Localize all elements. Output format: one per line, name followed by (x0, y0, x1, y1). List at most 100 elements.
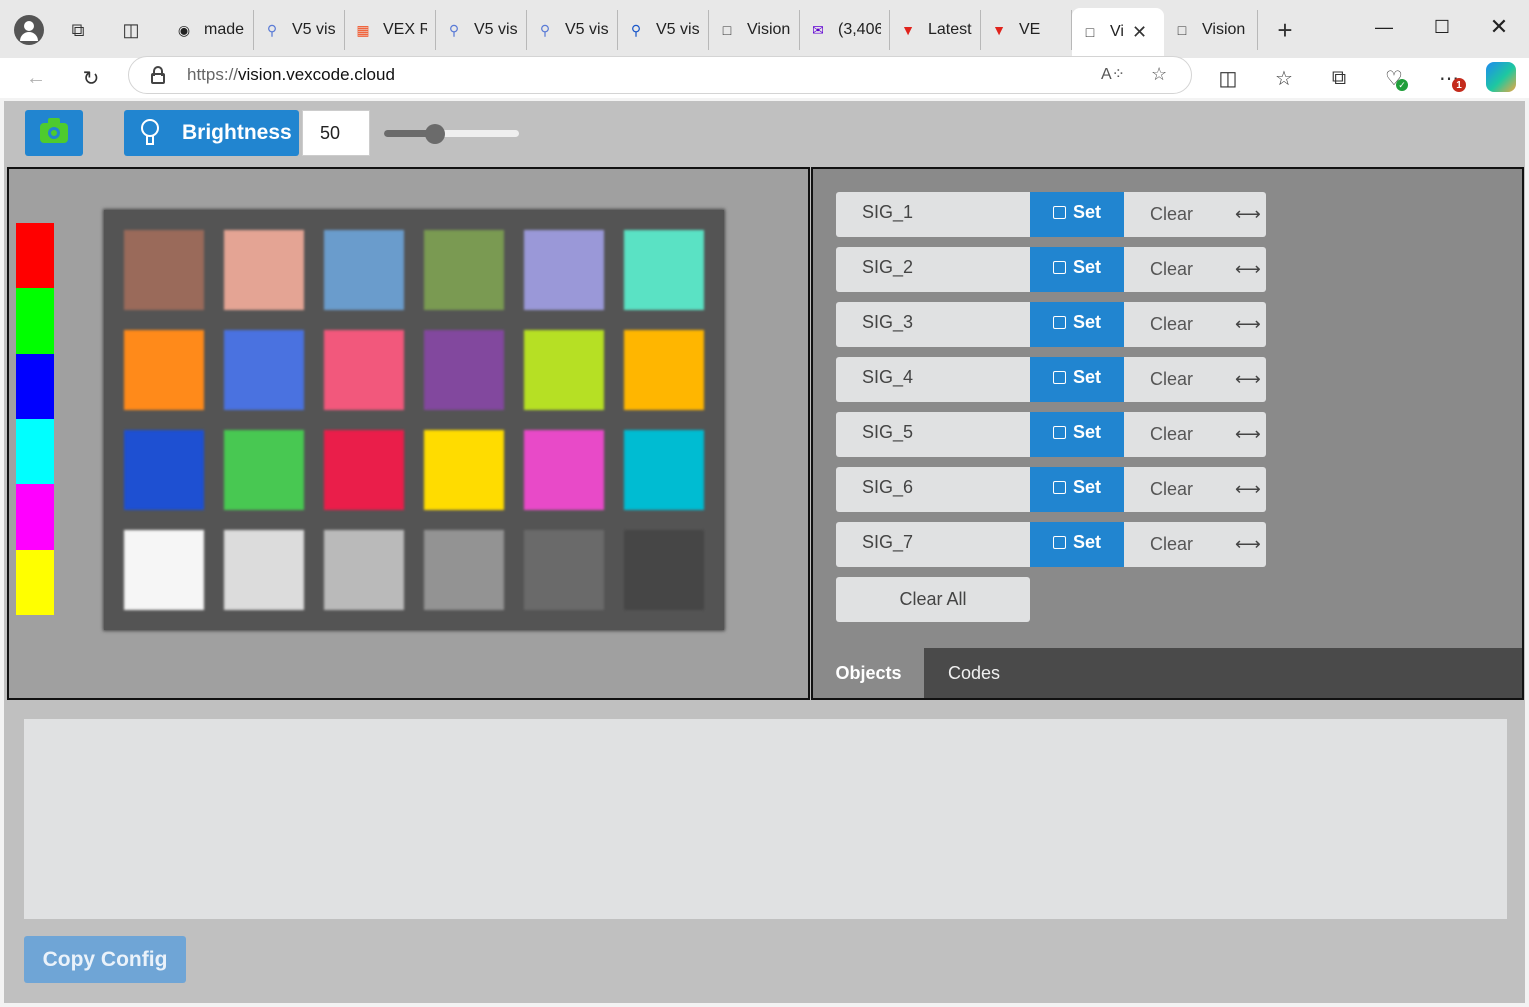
tab-title: Latest V (928, 21, 972, 38)
expand-arrows-icon[interactable]: ⟷ (1235, 369, 1261, 390)
browser-tab[interactable]: ▦ VEX Ro (345, 10, 436, 50)
notification-badge: 1 (1452, 78, 1466, 92)
signature-name[interactable]: SIG_7 (836, 522, 1030, 567)
checkbox-icon (1052, 206, 1066, 219)
set-label: Set (1072, 202, 1101, 222)
clear-label: Clear (1150, 479, 1194, 499)
color-patch (324, 230, 404, 310)
split-screen-icon[interactable]: ◫ (1214, 64, 1242, 92)
color-patch (324, 530, 404, 610)
expand-arrows-icon[interactable]: ⟷ (1235, 424, 1261, 445)
read-aloud-icon[interactable]: A⁘ (1101, 64, 1125, 84)
tab-objects[interactable]: Objects (813, 648, 924, 698)
browser-toolbar: ← ↻ https://vision.vexcode.cloud A⁘ ☆ ◫ … (0, 56, 1529, 98)
clear-all-button[interactable]: Clear All (836, 577, 1030, 622)
vertical-tabs-icon[interactable]: ◫ (119, 18, 143, 42)
browser-tab[interactable]: ⚲ V5 visio (618, 10, 709, 50)
tab-close-icon[interactable]: ✕ (1132, 22, 1147, 43)
brightness-slider[interactable] (384, 124, 519, 144)
config-output-area[interactable] (24, 719, 1507, 919)
signature-name[interactable]: SIG_4 (836, 357, 1030, 402)
strip-swatch (16, 418, 54, 485)
window-close-icon[interactable]: ✕ (1479, 12, 1519, 42)
set-button[interactable]: Set (1030, 467, 1124, 512)
brightness-input[interactable] (302, 110, 370, 156)
signature-name[interactable]: SIG_2 (836, 247, 1030, 292)
search-icon: ⚲ (448, 21, 460, 38)
browser-tab[interactable]: □ Vision U (709, 10, 800, 50)
clear-button[interactable]: Clear ⟷ (1124, 302, 1266, 347)
browser-tab[interactable]: ⚲ V5 visio (436, 10, 527, 50)
expand-arrows-icon[interactable]: ⟷ (1235, 534, 1261, 555)
profile-avatar-icon[interactable] (14, 15, 44, 45)
signature-row: SIG_4 Set Clear ⟷ (836, 357, 1266, 402)
clear-label: Clear (1150, 204, 1194, 224)
slider-thumb[interactable] (425, 124, 446, 144)
browser-tab[interactable]: ▼ VE (981, 10, 1072, 50)
expand-arrows-icon[interactable]: ⟷ (1235, 259, 1261, 280)
page-icon: □ (1177, 22, 1187, 38)
expand-arrows-icon[interactable]: ⟷ (1235, 479, 1261, 500)
set-button[interactable]: Set (1030, 412, 1124, 457)
color-patch (624, 430, 704, 510)
lock-icon[interactable] (151, 66, 165, 84)
signature-name[interactable]: SIG_3 (836, 302, 1030, 347)
copy-config-button[interactable]: Copy Config (24, 936, 186, 983)
lightbulb-icon (140, 118, 160, 148)
tab-title: V5 visio (656, 21, 700, 38)
expand-arrows-icon[interactable]: ⟷ (1235, 314, 1261, 335)
camera-button[interactable] (25, 110, 83, 156)
minimize-icon[interactable]: — (1364, 12, 1404, 42)
browser-tab[interactable]: □ Vision U (1164, 10, 1258, 50)
clear-button[interactable]: Clear ⟷ (1124, 412, 1266, 457)
favorite-star-icon[interactable]: ☆ (1151, 64, 1167, 85)
strip-swatch (16, 223, 54, 289)
color-patch (624, 530, 704, 610)
set-button[interactable]: Set (1030, 192, 1124, 237)
collections-icon[interactable]: ⧉ (1325, 64, 1353, 92)
back-icon[interactable]: ← (22, 64, 50, 92)
new-tab-icon[interactable]: + (1273, 15, 1297, 45)
color-patch (624, 230, 704, 310)
browser-tab[interactable]: ⚲ V5 visio (254, 10, 345, 50)
signature-name[interactable]: SIG_5 (836, 412, 1030, 457)
clear-button[interactable]: Clear ⟷ (1124, 467, 1266, 512)
set-button[interactable]: Set (1030, 522, 1124, 567)
more-menu-icon[interactable]: ⋯ 1 (1435, 64, 1466, 92)
strip-swatch (16, 288, 54, 354)
browser-essentials-icon[interactable]: ♡ ✓ (1380, 64, 1408, 92)
set-label: Set (1072, 367, 1101, 387)
address-bar[interactable]: https://vision.vexcode.cloud A⁘ ☆ (128, 56, 1192, 94)
checkbox-icon (1052, 536, 1066, 549)
clear-button[interactable]: Clear ⟷ (1124, 247, 1266, 292)
workspaces-icon[interactable]: ⧉ (66, 18, 90, 42)
tab-codes[interactable]: Codes (924, 648, 1024, 698)
color-patch (224, 430, 304, 510)
clear-button[interactable]: Clear ⟷ (1124, 192, 1266, 237)
set-button[interactable]: Set (1030, 357, 1124, 402)
browser-tab[interactable]: ⚲ V5 visio (527, 10, 618, 50)
signature-name[interactable]: SIG_6 (836, 467, 1030, 512)
set-button[interactable]: Set (1030, 247, 1124, 292)
favorites-icon[interactable]: ☆ (1270, 64, 1298, 92)
tab-active[interactable]: □ Vi ✕ (1072, 8, 1164, 56)
maximize-icon[interactable]: ☐ (1422, 12, 1462, 42)
expand-arrows-icon[interactable]: ⟷ (1235, 204, 1261, 225)
copilot-icon[interactable] (1486, 62, 1516, 92)
set-button[interactable]: Set (1030, 302, 1124, 347)
tab-title: (3,406 u (838, 21, 881, 38)
camera-viewer[interactable] (7, 167, 810, 700)
color-patch (224, 330, 304, 410)
strip-swatch (16, 484, 54, 550)
refresh-icon[interactable]: ↻ (77, 64, 105, 92)
browser-tab[interactable]: ✉ (3,406 u (800, 10, 890, 50)
browser-tab[interactable]: ◉ made r (166, 10, 254, 50)
browser-tab[interactable]: ▼ Latest V (890, 10, 981, 50)
signature-row: SIG_2 Set Clear ⟷ (836, 247, 1266, 292)
signature-row: SIG_5 Set Clear ⟷ (836, 412, 1266, 457)
clear-button[interactable]: Clear ⟷ (1124, 357, 1266, 402)
url-text[interactable]: https://vision.vexcode.cloud (187, 65, 395, 85)
signature-name[interactable]: SIG_1 (836, 192, 1030, 237)
clear-button[interactable]: Clear ⟷ (1124, 522, 1266, 567)
brightness-button[interactable]: Brightness (124, 110, 299, 156)
